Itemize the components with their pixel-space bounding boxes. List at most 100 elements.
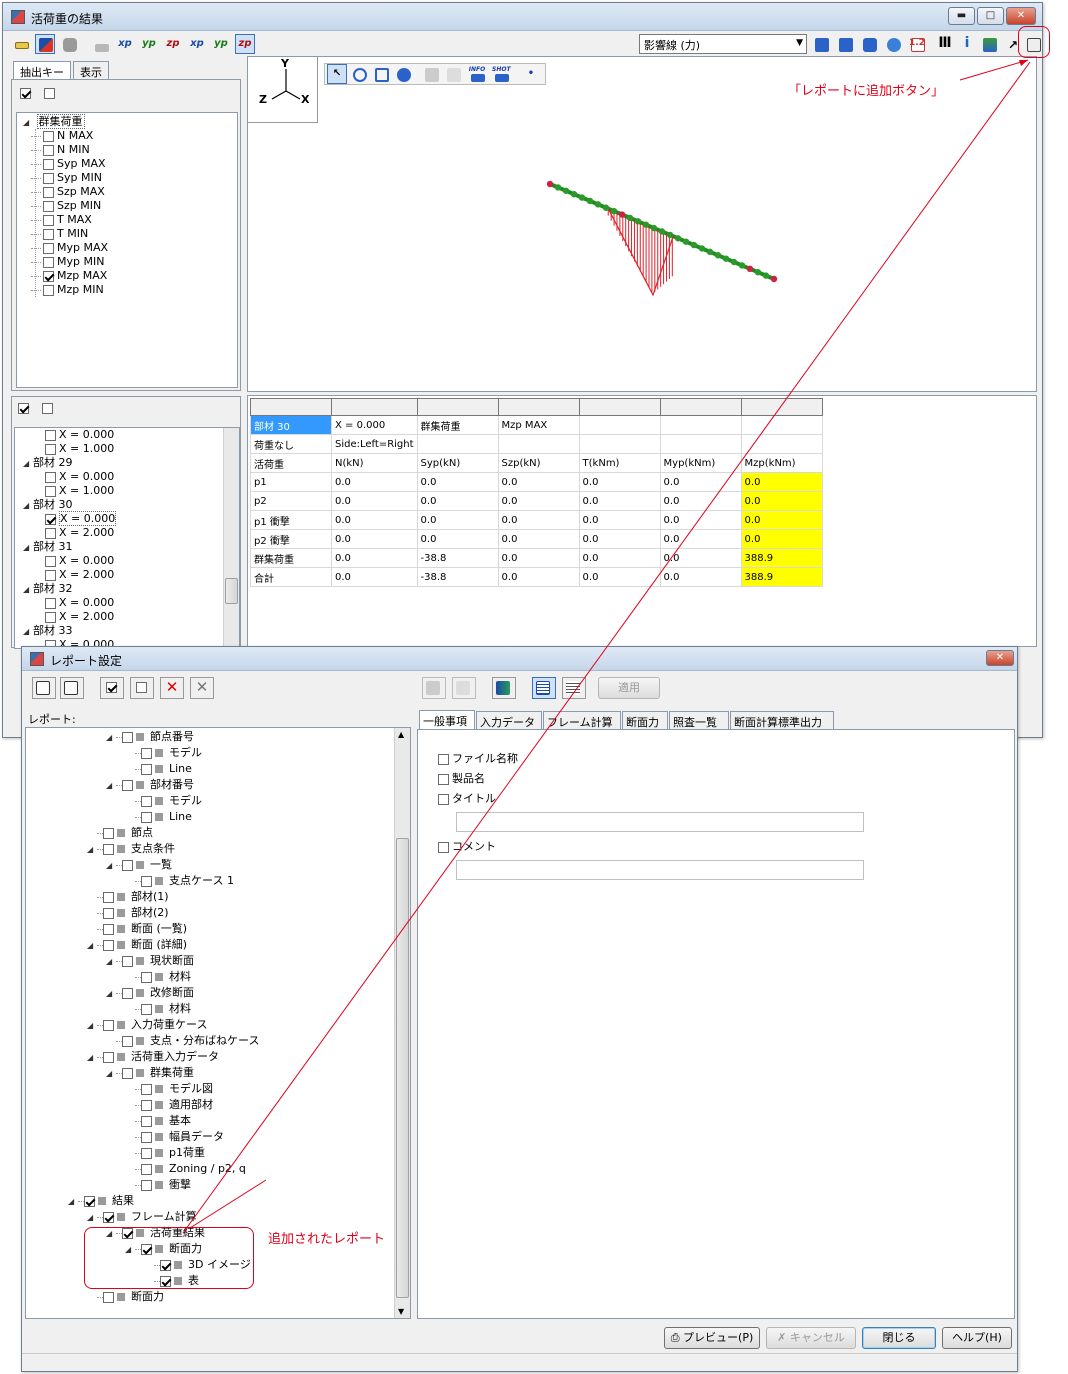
- report-item-checkbox[interactable]: [141, 971, 152, 983]
- table-view-icon[interactable]: [532, 677, 556, 699]
- table-cell[interactable]: 388.9: [740, 567, 823, 587]
- report-tree-item[interactable]: モデル図: [125, 1082, 213, 1096]
- report-tree-item[interactable]: 衝撃: [125, 1178, 191, 1192]
- table-cell[interactable]: 0.0: [416, 510, 499, 530]
- import-icon[interactable]: [422, 677, 446, 699]
- table-cell[interactable]: p1: [250, 472, 332, 492]
- key-checkbox[interactable]: [43, 270, 54, 282]
- report-tree-item[interactable]: ◢ 部材番号: [106, 778, 194, 792]
- preview-button[interactable]: ⎙ プレビュー(P): [664, 1327, 760, 1349]
- expand-all-icon[interactable]: [32, 677, 56, 699]
- member-node[interactable]: ◢ 部材 32: [23, 582, 73, 596]
- field-checkbox[interactable]: [438, 753, 449, 765]
- member-node[interactable]: ◢ 部材 33: [23, 624, 73, 638]
- report-tree-item[interactable]: ◢ 群集荷重: [106, 1066, 194, 1080]
- report-tree-item[interactable]: ◢ 結果: [68, 1194, 134, 1208]
- member-position[interactable]: X = 1.000: [45, 484, 114, 498]
- ibeam-icon[interactable]: Ⅲ: [935, 34, 955, 54]
- report-tree-item[interactable]: 支点ケース 1: [125, 874, 234, 888]
- key-item[interactable]: Mzp MIN: [31, 283, 104, 297]
- key-item[interactable]: N MIN: [31, 143, 90, 157]
- report-item-checkbox[interactable]: [103, 891, 114, 903]
- table-cell[interactable]: Szp(kN): [497, 453, 580, 473]
- table-cell[interactable]: 0.0: [740, 510, 823, 530]
- report-tree-item[interactable]: ◢ 支点条件: [87, 842, 175, 856]
- help-button[interactable]: ヘルプ(H): [942, 1327, 1012, 1349]
- mode-select[interactable]: 影響線 (力) ▼: [639, 34, 807, 54]
- table-cell[interactable]: T(kNm): [578, 453, 661, 473]
- report-item-checkbox[interactable]: [141, 747, 152, 759]
- report-item-checkbox[interactable]: [103, 1291, 114, 1303]
- general-field[interactable]: 製品名: [438, 772, 485, 786]
- minimize-button[interactable]: ▬: [948, 7, 975, 25]
- table-cell[interactable]: [578, 434, 661, 454]
- axis-xp-button[interactable]: xp: [115, 34, 135, 54]
- member-position[interactable]: X = 0.000: [45, 554, 114, 568]
- report-tree-item[interactable]: 支点・分布ばねケース: [106, 1034, 259, 1048]
- report-tree-item[interactable]: 材料: [125, 1002, 191, 1016]
- table-cell[interactable]: X = 0.000: [331, 415, 418, 435]
- report-tree-item[interactable]: ◢ 現状断面: [106, 954, 194, 968]
- field-input[interactable]: [456, 812, 864, 832]
- report-tree-item[interactable]: モデル: [125, 746, 202, 760]
- move-down-icon[interactable]: [835, 34, 855, 54]
- report-item-checkbox[interactable]: [141, 811, 152, 823]
- position-checkbox[interactable]: [45, 555, 56, 567]
- table-cell[interactable]: 0.0: [578, 510, 661, 530]
- scroll-down-icon[interactable]: ▼: [398, 1307, 404, 1316]
- field-input[interactable]: [456, 860, 864, 880]
- report-item-checkbox[interactable]: [103, 1019, 114, 1031]
- report-item-checkbox[interactable]: [122, 987, 133, 999]
- general-field[interactable]: コメント: [438, 840, 496, 854]
- key-item[interactable]: Myp MIN: [31, 255, 104, 269]
- table-cell[interactable]: 荷重なし: [250, 434, 332, 454]
- delete-icon[interactable]: ✕: [160, 677, 184, 699]
- key-item[interactable]: Syp MAX: [31, 157, 106, 171]
- table-cell[interactable]: 0.0: [497, 529, 580, 549]
- export-icon[interactable]: [452, 677, 476, 699]
- report-tree-item[interactable]: Line: [125, 810, 192, 824]
- rot-xp-button[interactable]: xp: [187, 34, 207, 54]
- report-tab[interactable]: フレーム計算: [543, 711, 621, 729]
- table-cell[interactable]: 0.0: [416, 529, 499, 549]
- table-cell[interactable]: 0.0: [497, 472, 580, 492]
- report-item-checkbox[interactable]: [103, 827, 114, 839]
- table-cell[interactable]: 0.0: [497, 510, 580, 530]
- report-tree-item[interactable]: ◢ 改修断面: [106, 986, 194, 1000]
- report-item-checkbox[interactable]: [122, 1067, 133, 1079]
- key-item[interactable]: N MAX: [31, 129, 93, 143]
- member-position[interactable]: X = 2.000: [45, 526, 114, 540]
- report-item-checkbox[interactable]: [103, 1051, 114, 1063]
- report-item-checkbox[interactable]: [103, 939, 114, 951]
- report-item-checkbox[interactable]: [141, 1003, 152, 1015]
- key-checkbox[interactable]: [43, 172, 54, 184]
- table-cell[interactable]: 0.0: [659, 491, 742, 511]
- report-item-checkbox[interactable]: [141, 875, 152, 887]
- report-tab[interactable]: 照査一覧: [669, 711, 729, 729]
- report-item-checkbox[interactable]: [141, 1147, 152, 1159]
- report-tree-item[interactable]: ◢ 節点番号: [106, 730, 194, 744]
- general-field[interactable]: タイトル: [438, 792, 496, 806]
- uncheck-all-icon[interactable]: [130, 677, 154, 699]
- support-icon[interactable]: [91, 34, 111, 54]
- maximize-button[interactable]: □: [977, 7, 1004, 25]
- report-item-checkbox[interactable]: [141, 1083, 152, 1095]
- close-button[interactable]: ✕: [1006, 7, 1036, 25]
- position-checkbox[interactable]: [45, 429, 56, 441]
- move-up-icon[interactable]: [811, 34, 831, 54]
- general-field[interactable]: ファイル名称: [438, 752, 518, 766]
- table-cell[interactable]: [497, 434, 580, 454]
- table-cell[interactable]: [740, 415, 823, 435]
- report-tree-item[interactable]: 基本: [125, 1114, 191, 1128]
- report-tab[interactable]: 断面計算標準出力: [730, 711, 834, 729]
- table-cell[interactable]: 0.0: [497, 491, 580, 511]
- table-cell[interactable]: N(kN): [331, 453, 418, 473]
- key-checkbox[interactable]: [43, 200, 54, 212]
- report-tree-item[interactable]: ◢ 活荷重入力データ: [87, 1050, 219, 1064]
- chart-icon[interactable]: [492, 677, 516, 699]
- field-checkbox[interactable]: [438, 773, 449, 785]
- key-checkbox[interactable]: [43, 256, 54, 268]
- list-view-icon[interactable]: [562, 677, 586, 699]
- table-cell[interactable]: 0.0: [331, 491, 418, 511]
- key-checkbox[interactable]: [43, 186, 54, 198]
